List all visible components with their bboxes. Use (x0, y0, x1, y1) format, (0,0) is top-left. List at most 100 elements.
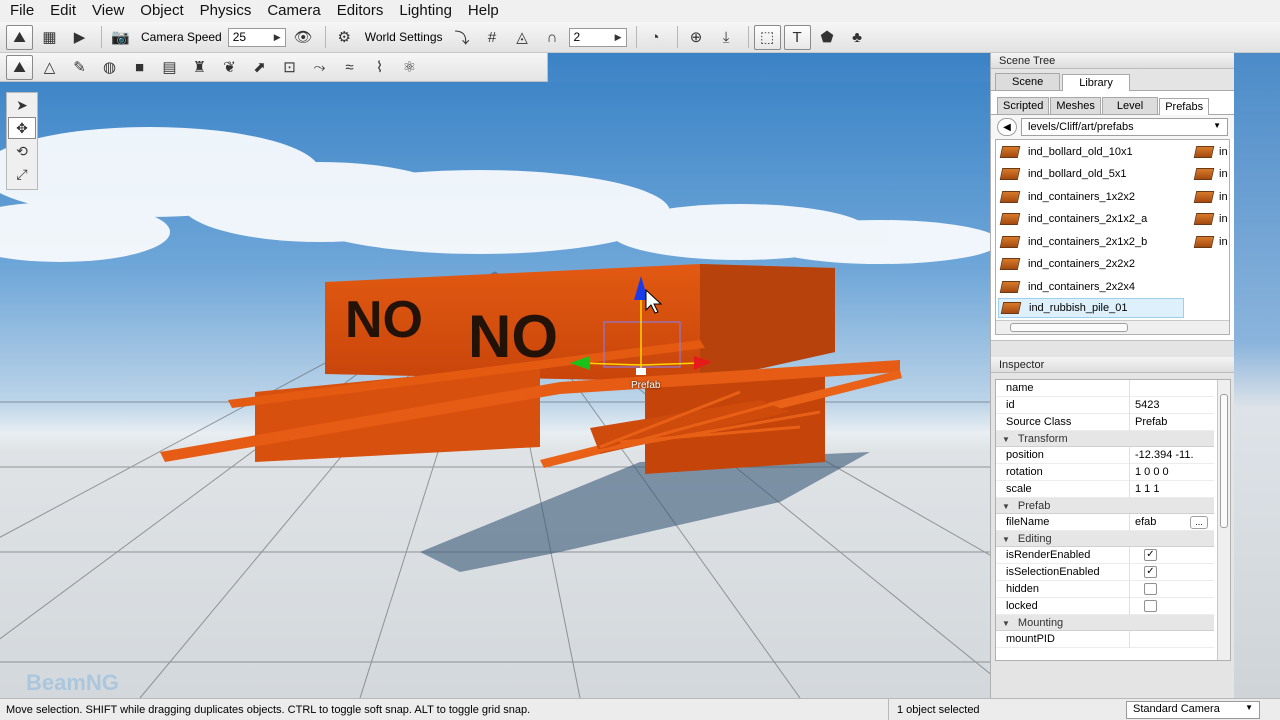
group-transform[interactable]: ▼ Transform (996, 431, 1214, 447)
mesh-road-editor-button[interactable]: ⬈ (246, 55, 273, 80)
path-dropdown[interactable]: levels/Cliff/art/prefabs ▼ (1021, 118, 1228, 136)
prop-is-selection-enabled[interactable]: isSelectionEnabled ✓ (996, 563, 1214, 581)
move-tool-button[interactable]: ✥ (8, 117, 36, 139)
list-item[interactable]: in (1192, 187, 1228, 207)
scrollbar-thumb[interactable] (1010, 323, 1128, 332)
prop-scale[interactable]: scale 1 1 1 (996, 480, 1214, 498)
object-button[interactable]: ⬟ (814, 25, 841, 50)
snap-to-terrain-button[interactable]: ⤵ (449, 25, 476, 50)
camera-mode-dropdown[interactable]: Standard Camera ▼ (1126, 701, 1260, 719)
vertical-scrollbar[interactable] (1217, 380, 1230, 660)
tab-meshes[interactable]: Meshes (1050, 97, 1101, 114)
list-item[interactable]: ind_containers_2x2x4 (998, 277, 1184, 297)
prop-id[interactable]: id 5423 (996, 396, 1214, 414)
prop-value[interactable]: -12.394 -11. (1130, 449, 1214, 461)
soft-snap-button[interactable]: ◬ (509, 25, 536, 50)
prop-source-class[interactable]: Source Class Prefab (996, 413, 1214, 431)
grid-snap-button[interactable]: # (479, 25, 506, 50)
sketch-tool-button[interactable]: ■ (126, 55, 153, 80)
group-prefab[interactable]: ▼ Prefab (996, 498, 1214, 514)
list-item[interactable]: ind_containers_1x2x2 (998, 187, 1184, 207)
forest-editor-button[interactable]: ❦ (216, 55, 243, 80)
prop-name[interactable]: name (996, 380, 1214, 397)
road-editor-button[interactable]: ⤳ (306, 55, 333, 80)
terrain-editor-button[interactable]: △ (36, 55, 63, 80)
menu-help[interactable]: Help (460, 0, 507, 22)
gui-editor-button[interactable]: ▦ (36, 25, 63, 50)
locked-checkbox[interactable] (1144, 600, 1157, 612)
decal-editor-button[interactable]: ♜ (186, 55, 213, 80)
prop-file-name[interactable]: fileName efab... (996, 513, 1214, 531)
datablock-editor-button[interactable]: ▤ (156, 55, 183, 80)
tab-scene[interactable]: Scene (995, 73, 1061, 90)
prop-rotation[interactable]: rotation 1 0 0 0 (996, 463, 1214, 481)
drop-at-button[interactable]: ⤓ (713, 25, 740, 50)
snap-size-spinner[interactable]: 2 ▶ (568, 27, 627, 47)
list-item[interactable]: ind_containers_2x2x2 (998, 254, 1184, 274)
text-labels-button[interactable]: T (783, 24, 811, 50)
select-tool-button[interactable]: ➤ (8, 94, 36, 116)
forest-button[interactable]: ♣ (844, 25, 871, 50)
decal-road-editor-button[interactable]: ⌇ (366, 55, 393, 80)
world-editor-button[interactable]: ⛰ (6, 24, 33, 50)
menu-view[interactable]: View (84, 0, 132, 22)
tab-prefabs[interactable]: Prefabs (1159, 98, 1210, 115)
prop-mount-pid[interactable]: mountPID (996, 630, 1214, 648)
tab-scripted[interactable]: Scripted (997, 97, 1050, 114)
prop-value[interactable]: 1 0 0 0 (1130, 466, 1214, 478)
render-enabled-checkbox[interactable]: ✓ (1144, 549, 1157, 561)
group-editing[interactable]: ▼ Editing (996, 531, 1214, 547)
world-settings-button[interactable]: ⚙ (331, 25, 358, 50)
material-editor-button[interactable]: ◍ (96, 55, 123, 80)
scrollbar-thumb[interactable] (1220, 394, 1228, 528)
list-item[interactable]: in (1192, 164, 1228, 184)
prop-value[interactable]: 1 1 1 (1130, 483, 1214, 495)
list-item-selected[interactable]: ind_rubbish_pile_01 (998, 298, 1184, 318)
horizontal-scrollbar[interactable] (996, 320, 1229, 334)
list-item[interactable]: ind_containers_2x1x2_b (998, 232, 1184, 252)
select-all-button[interactable]: ⬚ (753, 24, 781, 50)
gauge-button[interactable]: ◔ (642, 25, 669, 50)
menu-edit[interactable]: Edit (42, 0, 84, 22)
center-button[interactable]: ⊕ (683, 25, 710, 50)
list-item[interactable]: ind_bollard_old_10x1 (998, 142, 1184, 162)
object-editor-button[interactable]: ⛰ (6, 54, 33, 80)
prop-position[interactable]: position -12.394 -11. (996, 446, 1214, 464)
selection-enabled-checkbox[interactable]: ✓ (1144, 566, 1157, 578)
list-item[interactable]: ind_containers_2x1x2_a (998, 209, 1184, 229)
terrain-painter-button[interactable]: ✎ (66, 55, 93, 80)
hidden-checkbox[interactable] (1144, 583, 1157, 595)
prefab-file-list[interactable]: ind_bollard_old_10x1 ind_bollard_old_5x1… (995, 139, 1230, 335)
list-item[interactable]: ind_bollard_old_5x1 (998, 164, 1184, 184)
group-mounting[interactable]: ▼ Mounting (996, 615, 1214, 631)
list-item[interactable]: in (1192, 232, 1228, 252)
navmesh-editor-button[interactable]: ⊡ (276, 55, 303, 80)
tab-library[interactable]: Library (1062, 74, 1130, 91)
menu-editors[interactable]: Editors (329, 0, 392, 22)
prop-locked[interactable]: locked (996, 597, 1214, 615)
menu-object[interactable]: Object (132, 0, 191, 22)
menu-camera[interactable]: Camera (259, 0, 328, 22)
play-game-button[interactable]: ▶ (66, 25, 93, 50)
tab-level[interactable]: Level (1101, 97, 1159, 114)
back-button[interactable]: ◀ (997, 118, 1017, 136)
magnet-snap-button[interactable]: ∩ (539, 25, 566, 50)
prop-hidden[interactable]: hidden (996, 580, 1214, 598)
prefab-object[interactable]: NO NO (160, 264, 902, 474)
rotate-tool-button[interactable]: ⟲ (8, 140, 36, 162)
prop-is-render-enabled[interactable]: isRenderEnabled ✓ (996, 546, 1214, 564)
file-name-value[interactable]: efab (1135, 516, 1156, 528)
3d-viewport[interactable]: NO NO Prefab BeamNG (0, 82, 990, 698)
menu-lighting[interactable]: Lighting (391, 0, 460, 22)
river-editor-button[interactable]: ≈ (336, 55, 363, 80)
list-item[interactable]: in (1192, 209, 1228, 229)
list-item[interactable]: in (1192, 142, 1228, 162)
camera-speed-spinner[interactable]: 25 ▶ (227, 27, 286, 47)
world-settings-label[interactable]: World Settings (365, 30, 443, 44)
shape-editor-button[interactable]: ⚛ (396, 55, 423, 80)
menu-file[interactable]: File (2, 0, 42, 22)
visibility-button[interactable]: 👁 (290, 25, 317, 50)
scale-tool-button[interactable]: ⤢ (8, 163, 36, 185)
menu-physics[interactable]: Physics (192, 0, 260, 22)
camera-button[interactable]: 📷 (107, 25, 134, 50)
